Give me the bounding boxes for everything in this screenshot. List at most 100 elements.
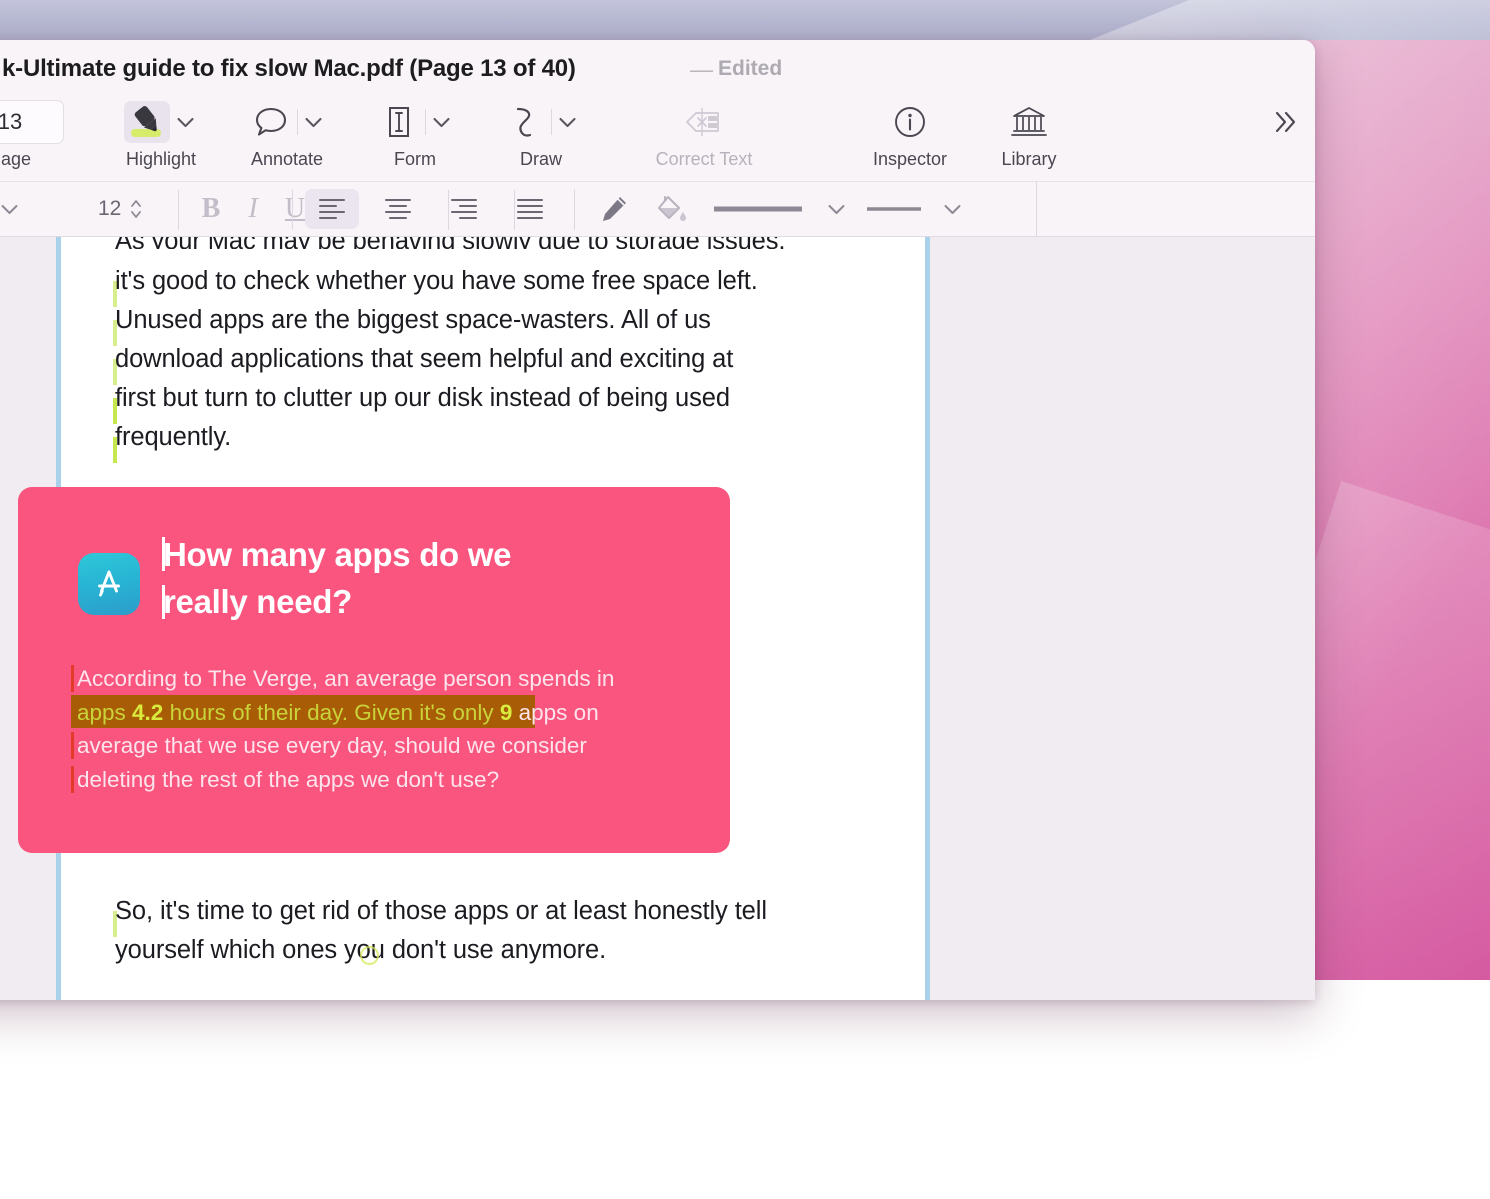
- format-divider: [178, 190, 179, 230]
- callout-box: How many apps do we really need? Accordi…: [18, 487, 730, 853]
- library-button[interactable]: [1006, 101, 1052, 143]
- annotate-label: Annotate: [251, 150, 323, 168]
- highlight-button[interactable]: [124, 101, 170, 143]
- page-number-input[interactable]: 13: [0, 100, 64, 144]
- fill-color-button[interactable]: [643, 189, 701, 229]
- main-toolbar: 13 Page: [0, 94, 1315, 182]
- align-right-button[interactable]: [437, 189, 491, 229]
- hl-bold-apps: 9: [500, 700, 513, 725]
- line-style-chevron[interactable]: [815, 189, 857, 229]
- toolbar-group-form: Form: [357, 94, 473, 182]
- app-store-glyph: [89, 564, 129, 604]
- form-label: Form: [394, 150, 436, 168]
- callout-body-line: According to The Verge, an average perso…: [77, 662, 677, 696]
- line-weight-chevron[interactable]: [931, 189, 973, 229]
- alignment-group: [305, 182, 557, 236]
- annotate-dropdown-chevron[interactable]: [301, 101, 327, 143]
- line-weight-preview[interactable]: [857, 189, 931, 229]
- hl-bold-hours: 4.2: [132, 700, 163, 725]
- callout-body-text: According to The Verge, an average perso…: [77, 666, 614, 691]
- title-separator-dash: —: [690, 56, 713, 83]
- window-title: k-Ultimate guide to fix slow Mac.pdf (Pa…: [2, 55, 576, 83]
- toolbar-group-page: 13 Page: [0, 94, 74, 182]
- stroke-color-button[interactable]: [585, 189, 643, 229]
- draw-button[interactable]: [502, 101, 548, 143]
- font-family-dropdown[interactable]: [0, 182, 30, 236]
- callout-body-text: average that we use every day, should we…: [77, 733, 587, 758]
- info-circle-icon: [893, 105, 927, 139]
- align-left-icon: [316, 196, 348, 222]
- italic-label: I: [248, 193, 257, 225]
- document-scroll-area[interactable]: As your Mac may be behaving slowly due t…: [0, 237, 1315, 1000]
- callout-body-line-highlighted: apps 4.2 hours of their day. Given it's …: [77, 696, 677, 730]
- font-family-chevron[interactable]: [0, 189, 30, 229]
- toolbar-group-overflow: [1255, 94, 1315, 182]
- pdf-page[interactable]: As your Mac may be behaving slowly due t…: [56, 237, 930, 1000]
- form-field-icon: [383, 105, 415, 139]
- style-tools-group: [585, 182, 973, 236]
- toolbar-group-library: Library: [968, 94, 1090, 182]
- line-style-preview[interactable]: [701, 189, 815, 229]
- page-label: Page: [0, 150, 31, 168]
- paint-bucket-icon: [656, 194, 688, 224]
- format-divider: [448, 190, 449, 230]
- callout-body-text: deleting the rest of the apps we don't u…: [77, 767, 499, 792]
- doc-line: first but turn to clutter up our disk in…: [115, 384, 730, 413]
- format-toolbar: 12 B I U A: [0, 182, 1315, 237]
- correct-text-icon: [684, 106, 724, 138]
- draw-dropdown-chevron[interactable]: [555, 101, 581, 143]
- format-divider: [514, 190, 515, 230]
- chevron-down-icon: [1, 204, 18, 215]
- toolbar-group-draw: Draw: [483, 94, 599, 182]
- thick-line-icon: [710, 201, 806, 217]
- form-button[interactable]: [376, 101, 422, 143]
- correct-text-button: [681, 101, 727, 143]
- toolbar-divider: [297, 109, 298, 135]
- app-store-icon: [78, 553, 140, 615]
- chevron-down-icon: [433, 117, 450, 128]
- callout-body-line: deleting the rest of the apps we don't u…: [77, 763, 677, 797]
- format-divider: [574, 190, 575, 230]
- align-left-button[interactable]: [305, 189, 359, 229]
- toolbar-group-highlight: Highlight: [102, 94, 220, 182]
- annotate-button[interactable]: [248, 101, 294, 143]
- callout-title-line1: How many apps do we: [163, 536, 511, 573]
- preview-window: k-Ultimate guide to fix slow Mac.pdf (Pa…: [0, 40, 1315, 1000]
- doc-line: download applications that seem helpful …: [115, 345, 733, 374]
- chevron-down-icon: [828, 204, 845, 215]
- toolbar-overflow-button[interactable]: [1262, 101, 1308, 143]
- align-center-icon: [382, 196, 414, 222]
- correct-text-label: Correct Text: [656, 150, 753, 168]
- edited-badge: Edited: [718, 57, 782, 81]
- chevron-down-icon: [305, 117, 322, 128]
- font-size-stepper[interactable]: 12: [98, 182, 144, 236]
- format-divider: [292, 190, 293, 230]
- form-dropdown-chevron[interactable]: [429, 101, 455, 143]
- toolbar-group-inspector: Inspector: [849, 94, 971, 182]
- pencil-icon: [599, 194, 629, 224]
- align-justify-icon: [514, 196, 546, 222]
- annotation-mark: [71, 766, 74, 793]
- doc-line: Unused apps are the biggest space-waster…: [115, 306, 711, 335]
- callout-body-text: apps on: [512, 700, 598, 725]
- align-right-icon: [448, 196, 480, 222]
- toolbar-group-correct-text: Correct Text: [642, 94, 766, 182]
- inspector-label: Inspector: [873, 150, 947, 168]
- bank-library-icon: [1010, 105, 1048, 139]
- thin-line-icon: [864, 203, 924, 215]
- doc-line: frequently.: [115, 423, 231, 452]
- bold-button[interactable]: B: [190, 189, 232, 229]
- align-justify-button[interactable]: [503, 189, 557, 229]
- chevron-down-icon: [559, 117, 576, 128]
- library-label: Library: [1001, 150, 1056, 168]
- stepper-arrows-icon[interactable]: [128, 196, 144, 222]
- toolbar-divider: [551, 109, 552, 135]
- italic-button[interactable]: I: [232, 189, 274, 229]
- chevron-down-icon: [944, 204, 961, 215]
- inspector-button[interactable]: [887, 101, 933, 143]
- window-titlebar[interactable]: k-Ultimate guide to fix slow Mac.pdf (Pa…: [0, 40, 1315, 94]
- align-center-button[interactable]: [371, 189, 425, 229]
- highlight-dropdown-chevron[interactable]: [172, 101, 198, 143]
- annotation-mark: [71, 665, 74, 692]
- callout-body-line: average that we use every day, should we…: [77, 729, 677, 763]
